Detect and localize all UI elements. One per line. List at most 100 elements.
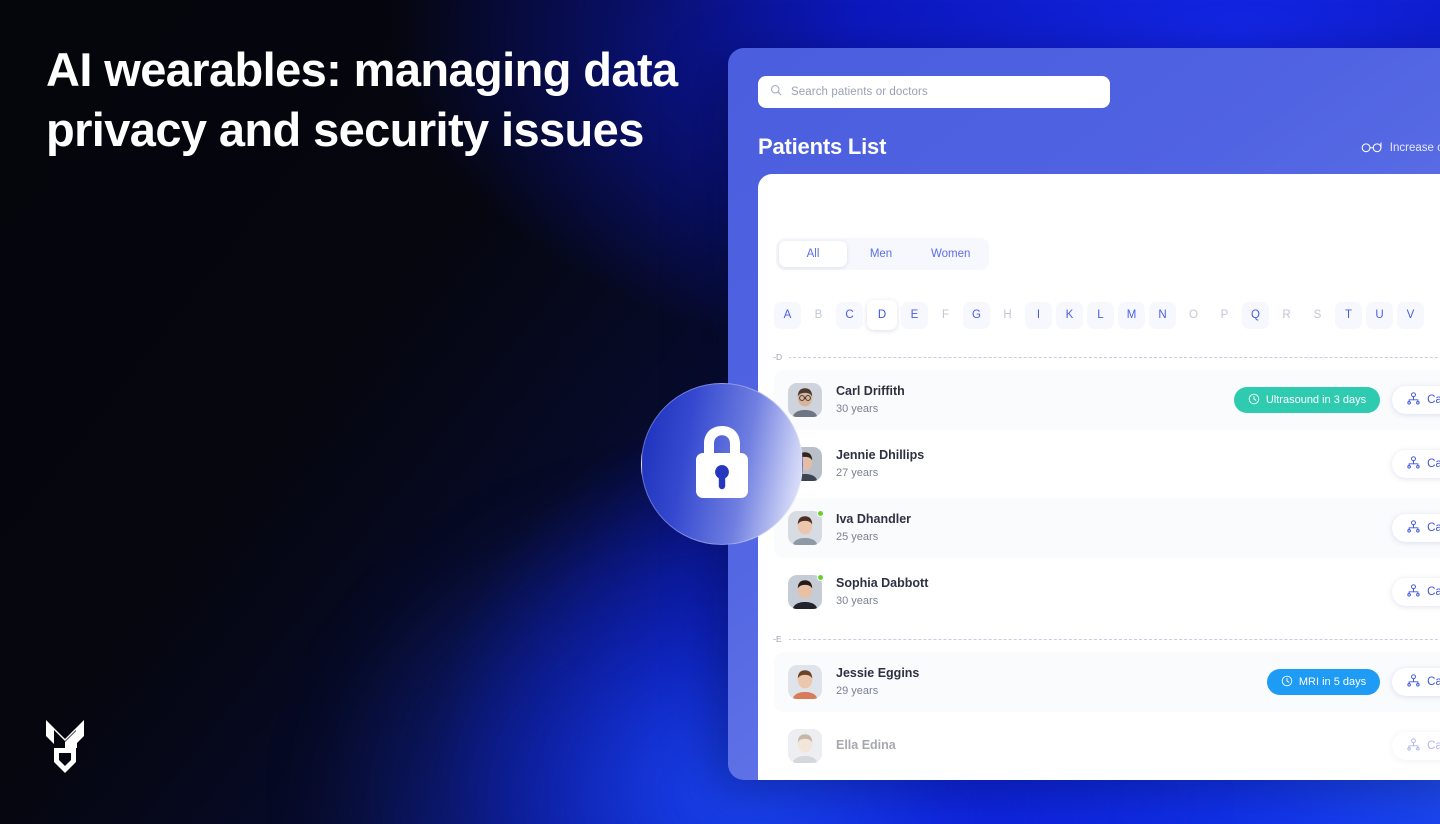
case-button-label: Case <box>1427 522 1440 534</box>
appointment-badge[interactable]: MRI in 5 days <box>1266 669 1381 695</box>
ms-shield-logo <box>44 718 88 780</box>
alphabet-letter-v[interactable]: V <box>1397 301 1424 329</box>
glasses-icon <box>1361 140 1383 156</box>
alphabet-letter-b: B <box>814 309 823 321</box>
patient-info: Iva Dhandler 25 years <box>836 511 911 545</box>
patient-row[interactable]: Jessie Eggins 29 years MRI in 5 days Case <box>774 652 1440 712</box>
patient-age: 30 years <box>836 403 879 415</box>
online-status-dot <box>817 574 824 581</box>
tab-women[interactable]: Women <box>915 241 986 267</box>
patient-name: Sophia Dabbott <box>836 576 929 590</box>
alphabet-letter-n[interactable]: N <box>1149 301 1176 329</box>
alphabet-letter-u[interactable]: U <box>1366 301 1393 329</box>
patient-info: Jessie Eggins 29 years <box>836 665 919 699</box>
patient-name: Iva Dhandler <box>836 512 912 526</box>
increase-contrast-label: Increase contrast <box>1389 142 1440 154</box>
patient-age: 30 years <box>836 595 879 607</box>
group-divider-line <box>773 639 1440 640</box>
case-network-icon <box>1406 674 1421 690</box>
avatar <box>788 574 824 609</box>
patient-row[interactable]: Jennie Dhillips 27 years Case <box>774 434 1440 494</box>
avatar <box>788 383 822 417</box>
avatar <box>788 729 822 763</box>
patient-row[interactable]: Ella Edina Case <box>774 716 1440 776</box>
group-letter: D <box>776 352 790 362</box>
patient-row-actions: Case <box>1392 732 1440 760</box>
avatar-image <box>788 383 822 417</box>
case-network-icon <box>1406 520 1421 536</box>
page-title: AI wearables: managing data privacy and … <box>46 43 678 156</box>
case-button[interactable]: Case <box>1392 386 1440 414</box>
group-divider-line <box>773 357 1440 358</box>
case-network-icon <box>1406 738 1421 754</box>
alphabet-letter-d[interactable]: D <box>867 300 897 330</box>
case-button-label: Case <box>1427 676 1440 688</box>
case-button-label: Case <box>1427 586 1440 598</box>
case-network-icon <box>1406 456 1421 472</box>
case-button[interactable]: Case <box>1392 732 1440 760</box>
group-divider-e: E <box>758 626 1440 652</box>
patient-info: Sophia Dabbott 30 years <box>836 575 928 609</box>
app-panel: Search patients or doctors Patients List… <box>728 48 1440 780</box>
alphabet-letter-q[interactable]: Q <box>1242 301 1269 329</box>
alphabet-letter-g[interactable]: G <box>963 301 990 329</box>
appointment-badge-label: Ultrasound in 3 days <box>1265 394 1367 406</box>
patient-row-actions: Case <box>1392 450 1440 478</box>
lock-icon <box>685 420 759 509</box>
case-button[interactable]: Case <box>1392 514 1440 542</box>
tab-label: Women <box>931 248 971 260</box>
patient-info: Carl Driffith 30 years <box>836 383 905 417</box>
avatar <box>788 665 822 699</box>
lock-badge <box>641 383 803 545</box>
alphabet-letter-h: H <box>1003 309 1012 321</box>
tab-label: Men <box>869 248 893 260</box>
case-network-icon <box>1406 392 1421 408</box>
case-button[interactable]: Case <box>1392 668 1440 696</box>
avatar-image <box>788 665 822 699</box>
patient-row[interactable]: Sophia Dabbott 30 years Case <box>774 562 1440 622</box>
avatar <box>788 510 824 545</box>
alphabet-letter-m[interactable]: M <box>1118 301 1145 329</box>
patient-row-actions: Ultrasound in 3 days Case <box>1233 386 1440 414</box>
patient-row-actions: Case <box>1392 578 1440 606</box>
search-icon <box>770 83 782 101</box>
case-button[interactable]: Case <box>1392 450 1440 478</box>
patient-name: Ella Edina <box>836 738 896 752</box>
patients-list[interactable]: D Carl Driffith 30 years Ultrasound in 3 da… <box>758 344 1440 780</box>
alphabet-letter-f: F <box>941 309 950 321</box>
patient-row-actions: Case <box>1392 514 1440 542</box>
alphabet-letter-t[interactable]: T <box>1335 301 1362 329</box>
alphabet-letter-r: R <box>1282 309 1291 321</box>
alphabet-letter-a[interactable]: A <box>774 301 801 329</box>
online-status-dot <box>817 510 824 517</box>
avatar-image <box>788 729 822 763</box>
alphabet-letter-e[interactable]: E <box>901 301 928 329</box>
search-input[interactable]: Search patients or doctors <box>758 76 1110 108</box>
avatar-image <box>788 575 822 609</box>
case-button-label: Case <box>1427 394 1440 406</box>
clock-icon <box>1281 675 1293 690</box>
tab-all[interactable]: All <box>779 241 847 267</box>
patient-age: 29 years <box>836 685 879 697</box>
appointment-badge[interactable]: Ultrasound in 3 days <box>1233 387 1381 413</box>
search-placeholder: Search patients or doctors <box>791 86 928 98</box>
case-network-icon <box>1406 584 1421 600</box>
alphabet-letter-i[interactable]: I <box>1025 301 1052 329</box>
alphabet-letter-l[interactable]: L <box>1087 301 1114 329</box>
patient-info: Ella Edina <box>836 737 896 755</box>
alphabet-letter-o: O <box>1189 309 1198 321</box>
increase-contrast-button[interactable]: Increase contrast <box>1361 140 1440 156</box>
group-divider-d: D <box>758 344 1440 370</box>
patient-row-actions: MRI in 5 days Case <box>1266 668 1440 696</box>
patient-name: Jennie Dhillips <box>836 448 925 462</box>
tab-men[interactable]: Men <box>847 241 915 267</box>
appointment-badge-label: MRI in 5 days <box>1298 676 1367 688</box>
alphabet-filter: A B CDE F G H IKLMN O P Q R S TUV <box>774 300 1424 330</box>
patient-row[interactable]: Carl Driffith 30 years Ultrasound in 3 day… <box>774 370 1440 430</box>
patient-row[interactable]: Iva Dhandler 25 years Case <box>774 498 1440 558</box>
tab-label: All <box>806 248 820 260</box>
gender-tabs: All Men Women <box>776 238 990 270</box>
alphabet-letter-k[interactable]: K <box>1056 301 1083 329</box>
case-button[interactable]: Case <box>1392 578 1440 606</box>
alphabet-letter-c[interactable]: C <box>836 301 863 329</box>
